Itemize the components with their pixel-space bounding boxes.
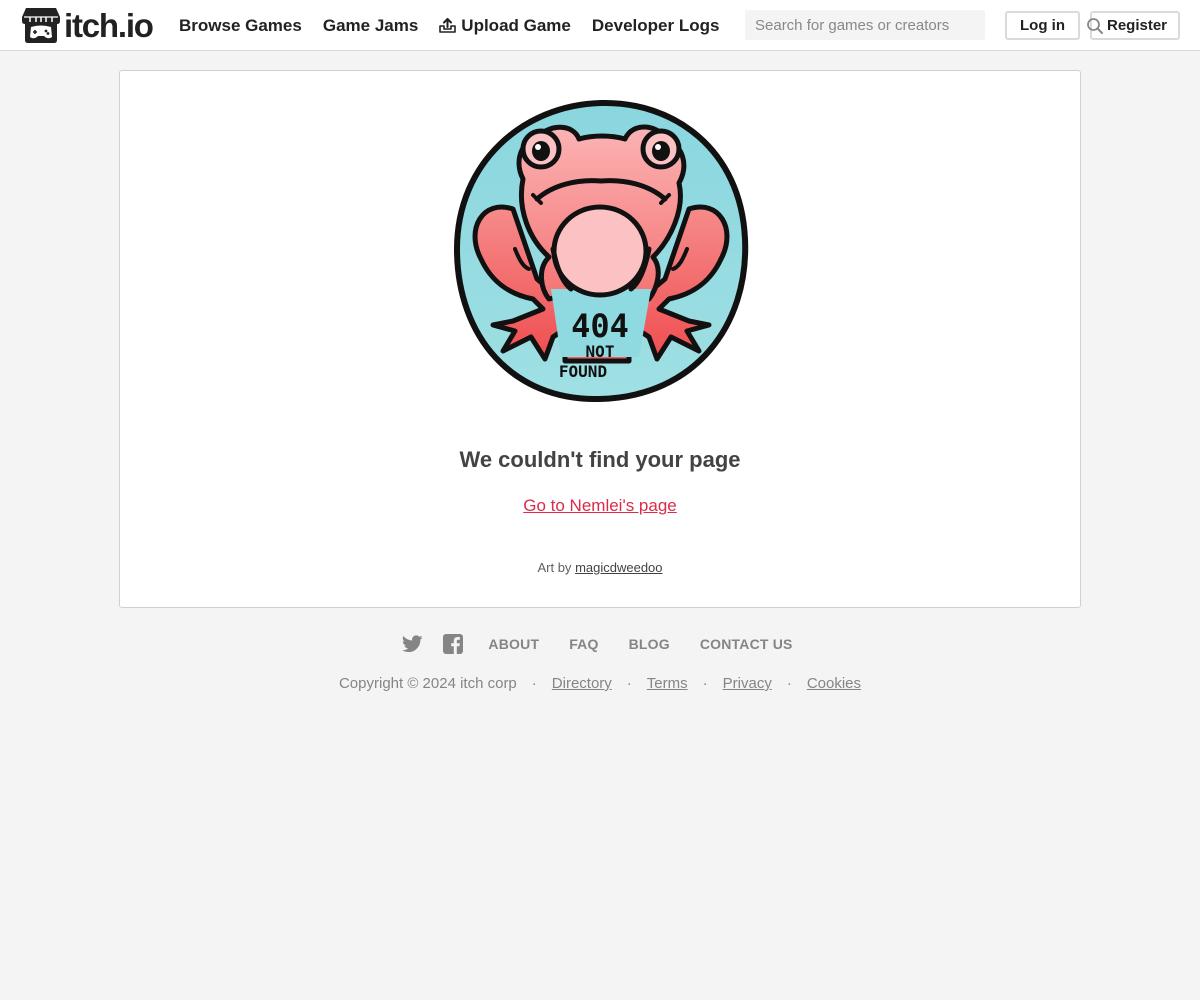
page-title: We couldn't find your page xyxy=(459,447,741,472)
art-text-404: 404 xyxy=(571,307,629,345)
facebook-icon xyxy=(443,634,464,654)
user-page-link[interactable]: Go to Nemlei's page xyxy=(523,496,677,515)
footer-privacy-link[interactable]: Privacy xyxy=(723,675,772,692)
footer-links: ABOUT FAQ BLOG CONTACT US xyxy=(0,632,1200,656)
copyright-text: Copyright © 2024 itch corp xyxy=(338,675,517,692)
not-found-card: 404 NOT FOUND We couldn't find your page… xyxy=(119,70,1081,608)
user-page-link-wrap: Go to Nemlei's page xyxy=(120,496,1080,516)
footer-directory-link[interactable]: Directory xyxy=(552,675,612,692)
twitter-link[interactable] xyxy=(402,635,424,653)
footer-contact-link[interactable]: CONTACT US xyxy=(700,636,793,652)
site-header: itch.io Browse Games Game Jams Upload Ga… xyxy=(0,0,1200,51)
itchio-logo[interactable]: itch.io xyxy=(22,7,162,44)
nav-upload-game-label: Upload Game xyxy=(461,15,571,35)
search-input[interactable] xyxy=(745,10,985,40)
logo-text: itch.io xyxy=(64,6,154,44)
itchio-logo-icon xyxy=(22,8,60,43)
art-credit: Art by magicdweedoo xyxy=(120,560,1080,575)
footer-cookies-link[interactable]: Cookies xyxy=(807,675,861,692)
art-text-found: FOUND xyxy=(559,362,607,381)
upload-icon xyxy=(439,17,457,33)
footer-blog-link[interactable]: BLOG xyxy=(629,636,670,652)
nav-developer-logs[interactable]: Developer Logs xyxy=(592,16,720,36)
login-button[interactable]: Log in xyxy=(1005,11,1080,40)
art-text-not: NOT xyxy=(586,342,615,361)
nav-game-jams[interactable]: Game Jams xyxy=(323,16,418,36)
footer-about-link[interactable]: ABOUT xyxy=(488,636,539,652)
main-nav: Browse Games Game Jams Upload Game Devel… xyxy=(179,0,740,51)
art-credit-prefix: Art by xyxy=(537,560,572,575)
footer-faq-link[interactable]: FAQ xyxy=(569,636,598,652)
nav-upload-game[interactable]: Upload Game xyxy=(439,16,571,36)
twitter-icon xyxy=(402,635,424,653)
separator-dot: · xyxy=(531,675,537,692)
search-icon[interactable] xyxy=(1086,17,1104,35)
footer-bottom: Copyright © 2024 itch corp · Directory ·… xyxy=(0,675,1200,692)
frog-404-illustration: 404 NOT FOUND xyxy=(453,99,749,403)
nav-browse-games[interactable]: Browse Games xyxy=(179,16,302,36)
facebook-link[interactable] xyxy=(443,634,464,654)
separator-dot: · xyxy=(626,675,632,692)
art-credit-link[interactable]: magicdweedoo xyxy=(575,560,662,575)
separator-dot: · xyxy=(702,675,708,692)
footer-terms-link[interactable]: Terms xyxy=(647,675,688,692)
separator-dot: · xyxy=(786,675,792,692)
